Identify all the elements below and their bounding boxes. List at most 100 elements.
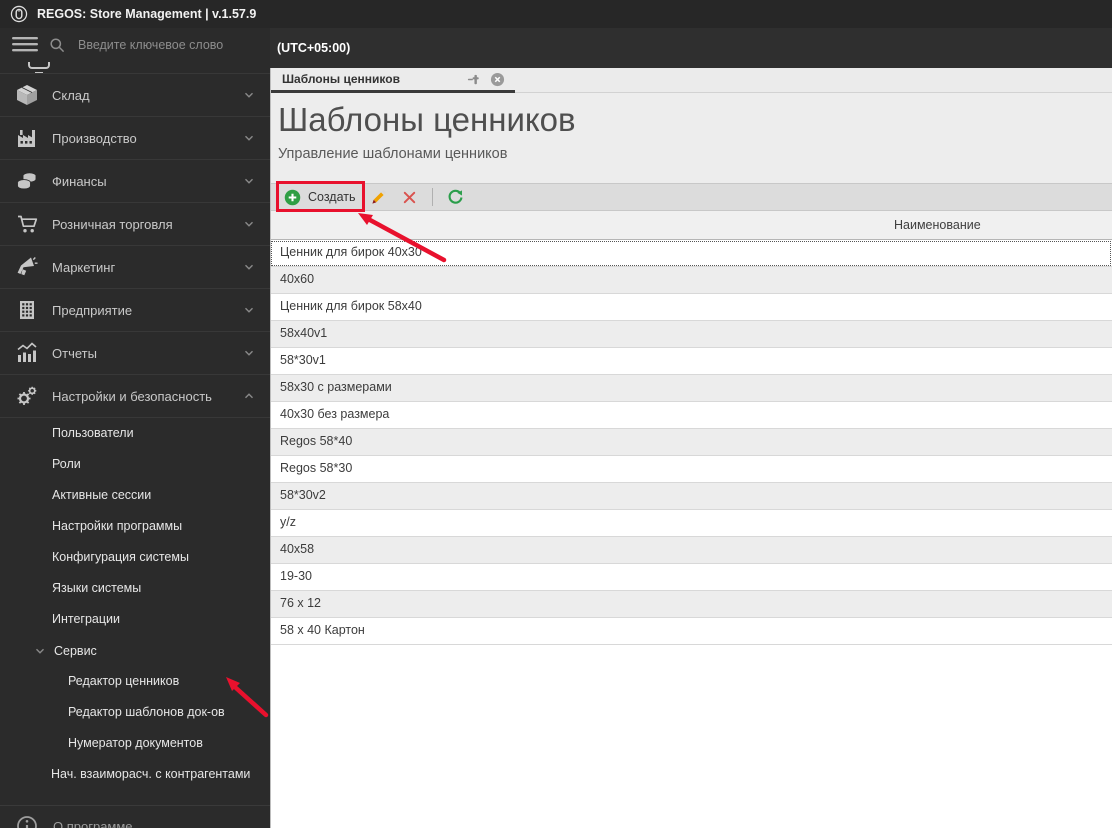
refresh-button[interactable] <box>440 187 471 208</box>
table-header[interactable]: Наименование <box>270 211 1112 240</box>
create-button-label: Создать <box>308 190 356 204</box>
table-header-label: Наименование <box>894 218 981 232</box>
sidebar-item-label: Настройки и безопасность <box>52 388 212 404</box>
service-submenu: Редактор ценников Редактор шаблонов док-о… <box>0 666 270 759</box>
timezone-label: (UTC+05:00) <box>277 41 351 55</box>
sidebar-subitem-service[interactable]: Нумератор документов <box>0 728 270 759</box>
table-row[interactable]: 19-30 <box>270 564 1112 591</box>
sidebar-search-row <box>0 28 270 61</box>
chevron-down-icon <box>242 303 256 317</box>
table-row[interactable]: 58*30v2 <box>270 483 1112 510</box>
chevron-up-icon <box>242 389 256 403</box>
sidebar-subitem[interactable]: Активные сессии <box>0 480 270 511</box>
table-row[interactable]: Regos 58*30 <box>270 456 1112 483</box>
sidebar-item-chart[interactable]: Отчеты <box>0 331 270 374</box>
sidebar-item-megaphone[interactable]: Маркетинг <box>0 245 270 288</box>
about-label: О программе <box>53 818 133 828</box>
chevron-down-icon <box>33 644 47 658</box>
settings-submenu: Пользователи Роли Активные сессии Настройки… <box>0 418 270 635</box>
sidebar-item-label: Склад <box>52 87 90 103</box>
sidebar: Склад Производство Финансы Розничная торгов… <box>0 28 270 828</box>
sidebar-item-building[interactable]: Предприятие <box>0 288 270 331</box>
box-icon <box>15 83 39 107</box>
pin-icon[interactable] <box>466 72 481 87</box>
sidebar-subitem-service[interactable]: Редактор шаблонов док-ов <box>0 697 270 728</box>
sidebar-item-box[interactable]: Склад <box>0 73 270 116</box>
regos-logo-icon <box>10 5 28 23</box>
building-icon <box>15 298 39 322</box>
partially-scrolled-menu-icon <box>0 61 270 73</box>
app-title: REGOS: Store Management | v.1.57.9 <box>37 7 257 21</box>
sidebar-subitem[interactable]: Пользователи <box>0 418 270 449</box>
coins-icon <box>15 169 39 193</box>
chevron-down-icon <box>242 217 256 231</box>
create-button[interactable]: Создать <box>277 187 363 208</box>
sidebar-item-label: Производство <box>52 130 137 146</box>
tab-bar: Шаблоны ценников <box>270 68 1112 93</box>
cart-icon <box>15 212 39 236</box>
chevron-down-icon <box>242 174 256 188</box>
window-titlebar: REGOS: Store Management | v.1.57.9 <box>0 0 1112 28</box>
sidebar-menu: Склад Производство Финансы Розничная торгов… <box>0 73 270 418</box>
table-row[interactable]: 58 x 40 Картон <box>270 618 1112 645</box>
plus-circle-icon <box>284 189 301 206</box>
sidebar-item-cart[interactable]: Розничная торговля <box>0 202 270 245</box>
table-row[interactable]: 58*30v1 <box>270 348 1112 375</box>
sidebar-item-gears[interactable]: Настройки и безопасность <box>0 374 270 417</box>
chevron-down-icon <box>242 131 256 145</box>
sidebar-item-label: Отчеты <box>52 345 97 361</box>
sidebar-item-label: Финансы <box>52 173 107 189</box>
toolbar-separator <box>431 188 433 206</box>
sidebar-subitem[interactable]: Настройки программы <box>0 511 270 542</box>
sidebar-item-counterparty-settlements[interactable]: Нач. взаиморасч. с контрагентами <box>0 759 270 790</box>
delete-x-icon <box>401 189 418 206</box>
service-group-label: Сервис <box>54 643 97 658</box>
sidebar-item-about[interactable]: О программе <box>0 805 270 828</box>
gears-icon <box>15 384 39 408</box>
sidebar-subitem[interactable]: Интеграции <box>0 604 270 635</box>
table-body: Ценник для бирок 40x30 40x60 Ценник для би… <box>270 240 1112 645</box>
megaphone-icon <box>15 255 39 279</box>
chevron-down-icon <box>242 346 256 360</box>
pencil-icon <box>370 189 387 206</box>
chart-icon <box>15 341 39 365</box>
table-row[interactable]: Ценник для бирок 40x30 <box>270 240 1112 267</box>
table-row[interactable]: 76 x 12 <box>270 591 1112 618</box>
sidebar-item-factory[interactable]: Производство <box>0 116 270 159</box>
chevron-down-icon <box>242 260 256 274</box>
search-input[interactable] <box>76 36 251 53</box>
search-icon <box>49 37 65 53</box>
table-row[interactable]: 40x60 <box>270 267 1112 294</box>
table-row[interactable]: Regos 58*40 <box>270 429 1112 456</box>
sidebar-subitem[interactable]: Конфигурация системы <box>0 542 270 573</box>
toolbar: Создать <box>270 183 1112 211</box>
info-icon <box>15 814 39 828</box>
sidebar-item-label: Маркетинг <box>52 259 116 275</box>
table-row[interactable]: Ценник для бирок 58x40 <box>270 294 1112 321</box>
delete-button[interactable] <box>394 187 425 208</box>
sidebar-subitem-service[interactable]: Редактор ценников <box>0 666 270 697</box>
chevron-down-icon <box>242 88 256 102</box>
tab-label: Шаблоны ценников <box>282 72 400 86</box>
sidebar-subitem[interactable]: Роли <box>0 449 270 480</box>
factory-icon <box>15 126 39 150</box>
edit-button[interactable] <box>363 187 394 208</box>
tab-price-tag-templates[interactable]: Шаблоны ценников <box>270 68 515 93</box>
table-row[interactable]: y/z <box>270 510 1112 537</box>
sidebar-item-label: Розничная торговля <box>52 216 173 232</box>
table-row[interactable]: 40x30 без размера <box>270 402 1112 429</box>
page-subtitle: Управление шаблонами ценников <box>278 146 508 162</box>
page-title: Шаблоны ценников <box>278 101 576 138</box>
page-header: Шаблоны ценников Управление шаблонами це… <box>270 93 1112 183</box>
table-row[interactable]: 58x30 с размерами <box>270 375 1112 402</box>
table-row[interactable]: 58x40v1 <box>270 321 1112 348</box>
main-content: (UTC+05:00) Шаблоны ценников Шаблоны цен… <box>270 28 1112 828</box>
refresh-icon <box>447 189 464 206</box>
sidebar-item-coins[interactable]: Финансы <box>0 159 270 202</box>
close-tab-icon[interactable] <box>490 72 505 87</box>
hamburger-menu-icon[interactable] <box>12 37 38 52</box>
content-top-band: (UTC+05:00) <box>270 28 1112 68</box>
sidebar-item-service-group[interactable]: Сервис <box>0 635 270 666</box>
table-row[interactable]: 40x58 <box>270 537 1112 564</box>
sidebar-subitem[interactable]: Языки системы <box>0 573 270 604</box>
